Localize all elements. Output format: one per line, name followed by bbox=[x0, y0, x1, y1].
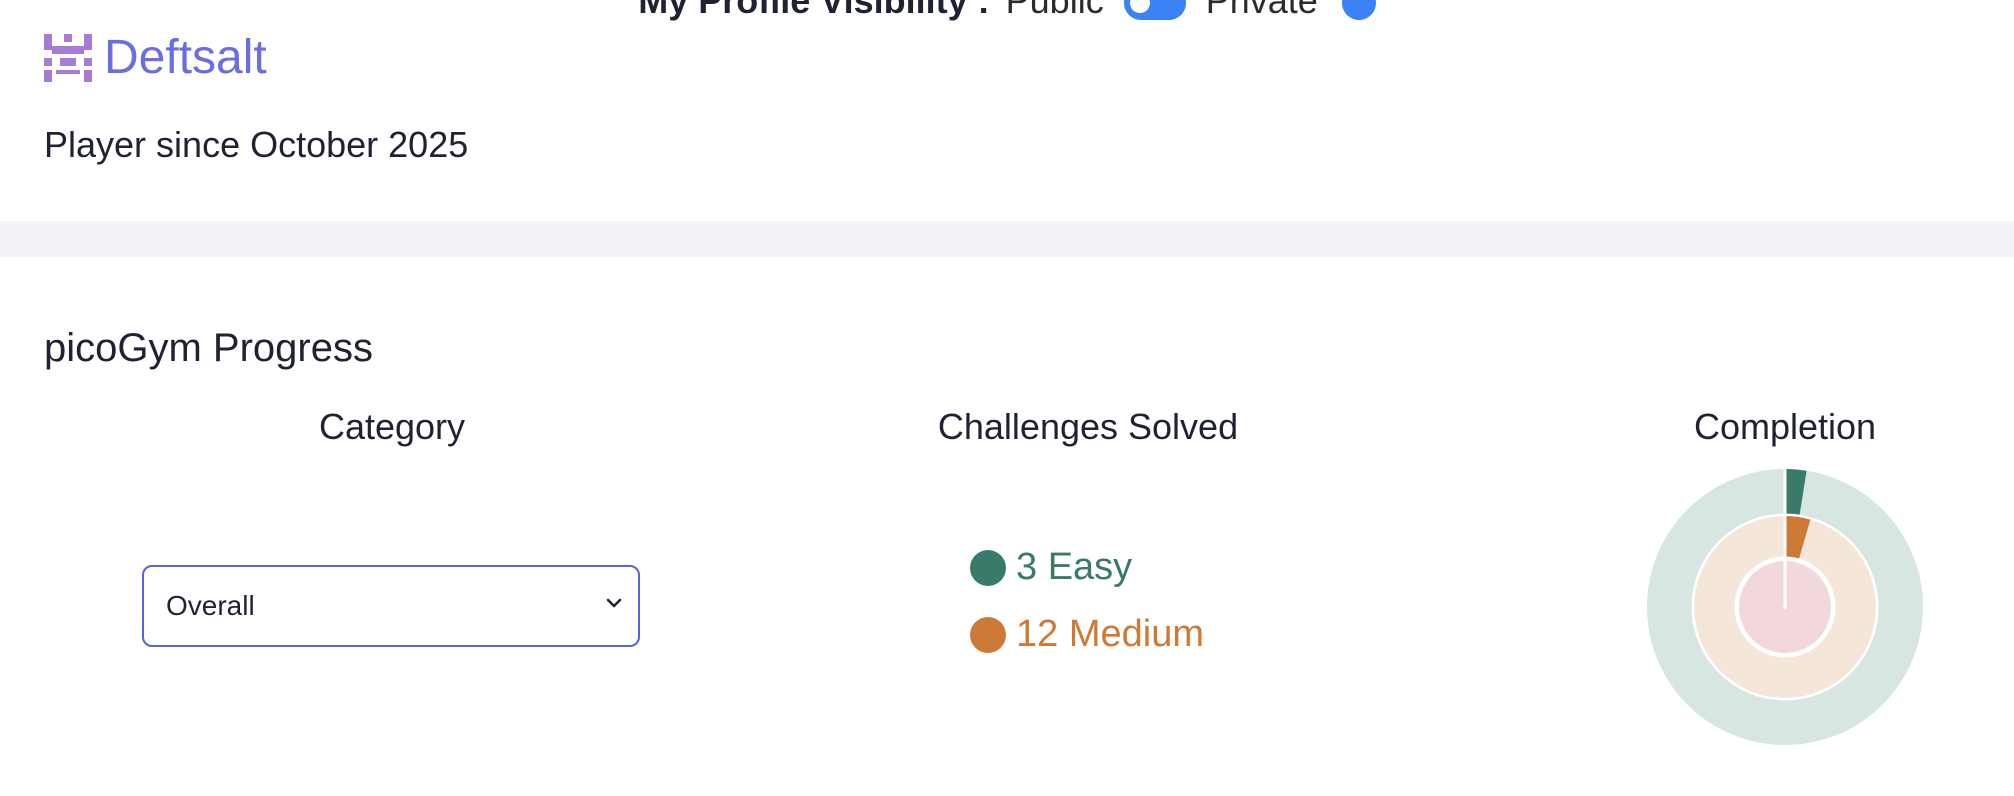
pixel-logo-icon bbox=[44, 34, 92, 82]
completion-donut-chart bbox=[1647, 468, 1923, 745]
section-divider bbox=[0, 221, 2014, 257]
profile-visibility-bar: My Profile Visibility : Public Private bbox=[0, 0, 2014, 22]
toggle-knob bbox=[1129, 0, 1150, 14]
visibility-private-label: Private bbox=[1205, 0, 1318, 21]
easy-dot bbox=[970, 549, 1006, 586]
player-since: Player since October 2025 bbox=[44, 124, 469, 165]
solved-medium-label: 12 Medium bbox=[1016, 613, 1204, 655]
progress-title: picoGym Progress bbox=[44, 326, 373, 370]
solved-header: Challenges Solved bbox=[937, 406, 1239, 447]
category-header: Category bbox=[318, 406, 466, 447]
visibility-public-label: Public bbox=[1005, 0, 1104, 21]
username: Deftsalt bbox=[104, 31, 267, 84]
solved-medium: 12 Medium bbox=[970, 613, 1204, 656]
donut-segment-medium bbox=[1784, 516, 1811, 561]
category-select[interactable]: Overall bbox=[142, 565, 640, 647]
donut-segment-easy bbox=[1784, 469, 1807, 517]
category-select-value: Overall bbox=[166, 590, 255, 621]
profile-brand: Deftsalt bbox=[44, 34, 267, 82]
completion-header: Completion bbox=[1693, 406, 1877, 447]
info-icon[interactable] bbox=[1341, 0, 1376, 21]
solved-easy-label: 3 Easy bbox=[1016, 546, 1133, 588]
chevron-down-icon bbox=[606, 598, 622, 608]
solved-easy: 3 Easy bbox=[970, 546, 1204, 589]
visibility-toggle[interactable] bbox=[1123, 0, 1186, 21]
medium-dot bbox=[970, 616, 1006, 653]
visibility-label: My Profile Visibility : bbox=[638, 0, 990, 21]
solved-list: 3 Easy 12 Medium bbox=[970, 546, 1204, 680]
